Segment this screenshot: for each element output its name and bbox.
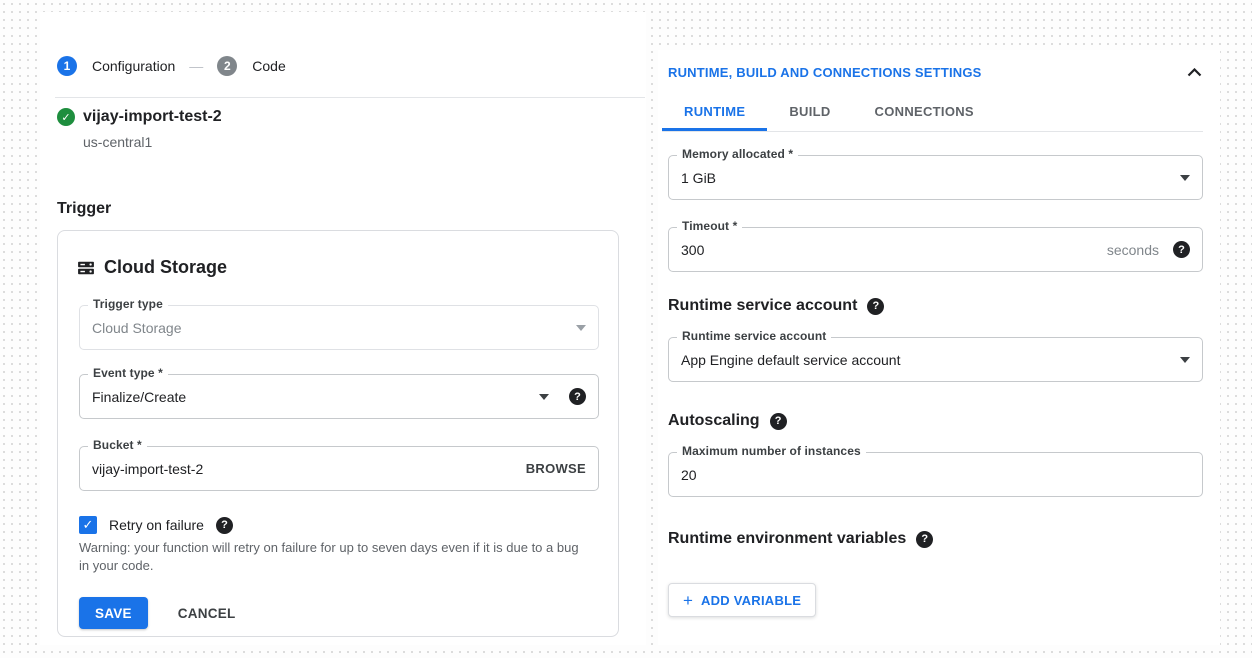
timeout-unit: seconds [1107,242,1159,258]
retry-label: Retry on failure [109,517,204,533]
save-button[interactable]: SAVE [79,597,148,629]
tab-runtime[interactable]: RUNTIME [662,95,767,131]
trigger-heading: Trigger [57,200,111,218]
cloud-storage-icon [76,258,96,278]
cancel-button[interactable]: CANCEL [178,606,236,621]
settings-expander-label: RUNTIME, BUILD AND CONNECTIONS SETTINGS [668,65,982,80]
bucket-input[interactable]: Bucket * vijay-import-test-2 BROWSE [79,446,599,491]
step-2-label: Code [252,58,285,74]
tab-connections[interactable]: CONNECTIONS [853,95,996,131]
runtime-service-account-field-label: Runtime service account [677,329,831,343]
step-1-label: Configuration [92,58,175,74]
bucket-label: Bucket * [88,438,147,452]
function-region: us-central1 [83,134,152,150]
stepper-step-configuration[interactable]: 1 Configuration [57,56,175,76]
event-type-help-icon[interactable]: ? [569,388,586,405]
timeout-label: Timeout * [677,219,742,233]
settings-expander[interactable]: RUNTIME, BUILD AND CONNECTIONS SETTINGS [668,62,1202,82]
trigger-card: Cloud Storage Trigger type Cloud Storage… [57,230,619,637]
chevron-up-icon[interactable] [1187,68,1202,77]
function-summary: ✓ vijay-import-test-2 [57,108,222,126]
env-vars-help-icon[interactable]: ? [916,531,933,548]
step-1-badge: 1 [57,56,77,76]
runtime-service-account-select[interactable]: Runtime service account App Engine defau… [668,337,1203,382]
env-vars-heading: Runtime environment variables [668,530,906,548]
autoscaling-heading: Autoscaling [668,412,760,430]
memory-allocated-value: 1 GiB [681,170,1168,186]
event-type-label: Event type * [88,366,168,380]
settings-tabs: RUNTIME BUILD CONNECTIONS [662,95,1203,132]
stepper: 1 Configuration — 2 Code [57,56,286,76]
trigger-card-title: Cloud Storage [104,257,227,278]
trigger-type-value: Cloud Storage [92,320,564,336]
browse-button[interactable]: BROWSE [526,461,586,476]
timeout-input[interactable]: Timeout * 300 seconds ? [668,227,1203,272]
trigger-card-title-row: Cloud Storage [76,257,227,278]
timeout-help-icon[interactable]: ? [1173,241,1190,258]
max-instances-input[interactable]: Maximum number of instances 20 [668,452,1203,497]
max-instances-value: 20 [681,467,1190,483]
caret-down-icon [576,325,586,331]
stepper-step-code[interactable]: 2 Code [217,56,285,76]
memory-allocated-select[interactable]: Memory allocated * 1 GiB [668,155,1203,200]
runtime-service-account-heading: Runtime service account [668,297,857,315]
runtime-service-account-value: App Engine default service account [681,352,1168,368]
env-vars-heading-row: Runtime environment variables ? [668,530,933,548]
memory-allocated-label: Memory allocated * [677,147,798,161]
add-variable-button[interactable]: + ADD VARIABLE [668,583,816,617]
plus-icon: + [683,592,693,609]
trigger-type-label: Trigger type [88,297,168,311]
retry-help-icon[interactable]: ? [216,517,233,534]
stepper-separator: — [189,58,203,74]
retry-warning-text: Warning: your function will retry on fai… [79,539,587,575]
retry-row: ✓ Retry on failure ? [79,516,233,534]
caret-down-icon [1180,175,1190,181]
event-type-value: Finalize/Create [92,389,527,405]
retry-checkbox[interactable]: ✓ [79,516,97,534]
configuration-panel: 1 Configuration — 2 Code ✓ vijay-import-… [40,12,646,645]
step-2-badge: 2 [217,56,237,76]
max-instances-label: Maximum number of instances [677,444,866,458]
runtime-service-account-help-icon[interactable]: ? [867,298,884,315]
runtime-settings-panel: RUNTIME, BUILD AND CONNECTIONS SETTINGS … [658,50,1220,645]
event-type-select[interactable]: Event type * Finalize/Create ? [79,374,599,419]
stepper-divider [55,97,645,98]
tab-build[interactable]: BUILD [767,95,852,131]
autoscaling-heading-row: Autoscaling ? [668,412,787,430]
timeout-value: 300 [681,242,1095,258]
bucket-value: vijay-import-test-2 [92,461,514,477]
runtime-service-account-heading-row: Runtime service account ? [668,297,884,315]
function-name: vijay-import-test-2 [83,108,222,126]
autoscaling-help-icon[interactable]: ? [770,413,787,430]
success-check-icon: ✓ [57,108,75,126]
caret-down-icon [1180,357,1190,363]
trigger-type-select[interactable]: Trigger type Cloud Storage [79,305,599,350]
caret-down-icon [539,394,549,400]
trigger-card-actions: SAVE CANCEL [79,597,236,629]
add-variable-label: ADD VARIABLE [701,593,801,608]
